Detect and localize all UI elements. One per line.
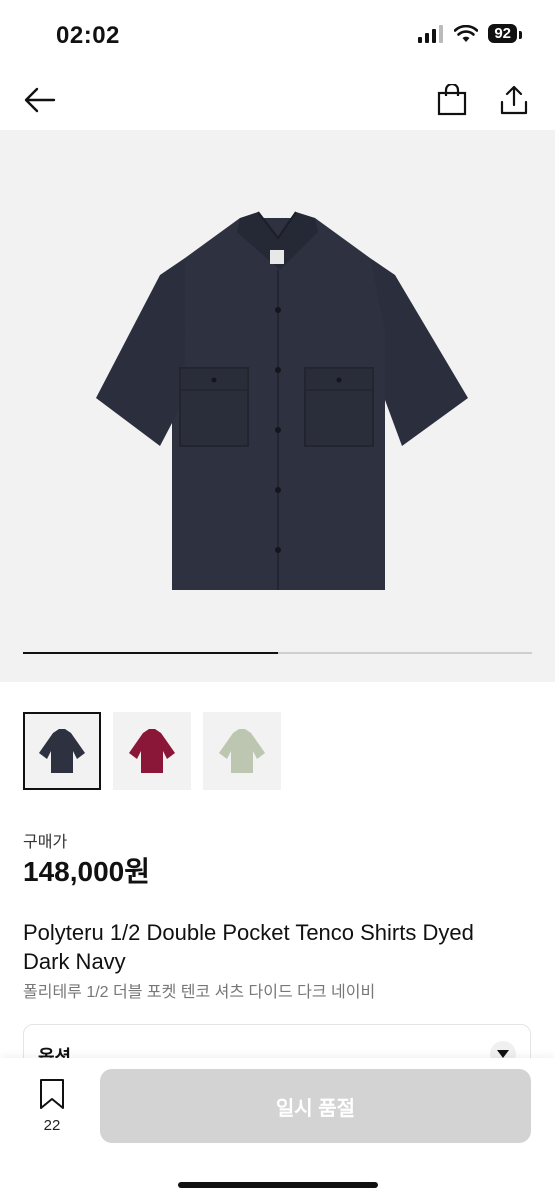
thumbnail-shirt-burgundy bbox=[129, 729, 175, 773]
product-image bbox=[96, 211, 468, 590]
bookmark-count: 22 bbox=[43, 1117, 61, 1134]
gallery-progress-fill bbox=[23, 652, 278, 654]
thumbnail-burgundy[interactable] bbox=[113, 712, 191, 790]
thumbnail-shirt-sage bbox=[219, 729, 265, 773]
share-icon bbox=[500, 85, 528, 115]
product-title-korean: 폴리테루 1/2 더블 포켓 텐코 셔츠 다이드 다크 네이비 bbox=[23, 984, 376, 1001]
thumbnail-shirt-navy bbox=[39, 729, 85, 773]
product-image-gallery[interactable] bbox=[0, 130, 555, 682]
home-indicator bbox=[178, 1182, 378, 1188]
shirt-illustration bbox=[96, 211, 468, 590]
cellular-signal-icon bbox=[418, 24, 444, 43]
sold-out-button[interactable]: 일시 품절 bbox=[100, 1069, 531, 1143]
price-value: 148,000원 bbox=[23, 856, 150, 887]
back-button[interactable] bbox=[20, 80, 60, 120]
status-bar: 02:02 92 bbox=[0, 0, 555, 70]
status-time: 02:02 bbox=[56, 22, 120, 49]
wifi-icon bbox=[454, 24, 479, 42]
price-label: 구매가 bbox=[23, 834, 68, 851]
product-title-english: Polyteru 1/2 Double Pocket Tenco Shirts … bbox=[23, 920, 474, 974]
bookmark-icon bbox=[40, 1079, 64, 1109]
share-button[interactable] bbox=[494, 80, 534, 120]
shopping-bag-button[interactable] bbox=[432, 80, 472, 120]
gallery-progress-bar bbox=[23, 652, 532, 654]
color-thumbnails bbox=[23, 712, 281, 790]
thumbnail-sage[interactable] bbox=[203, 712, 281, 790]
arrow-left-icon bbox=[24, 87, 56, 113]
battery-indicator: 92 bbox=[488, 24, 522, 43]
status-icons: 92 bbox=[418, 24, 522, 43]
top-nav bbox=[0, 70, 555, 130]
bottom-action-bar: 22 일시 품절 bbox=[0, 1058, 555, 1200]
shopping-bag-icon bbox=[437, 84, 467, 116]
bookmark-button[interactable]: 22 bbox=[34, 1078, 70, 1134]
thumbnail-navy[interactable] bbox=[23, 712, 101, 790]
